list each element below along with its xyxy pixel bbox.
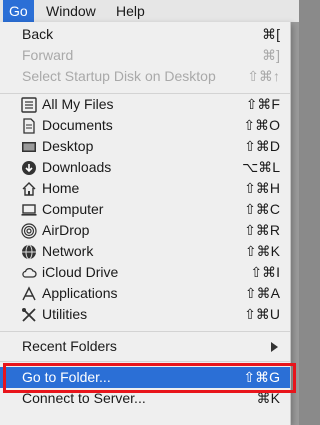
menu-item-shortcut: ⌘K [256,390,280,406]
background-window-edge [291,22,299,425]
menu-item-label: Downloads [42,159,112,175]
menu-item-shortcut: ⌘] [262,47,280,63]
utilities-icon [22,308,36,322]
menu-item-label: Go to Folder... [22,369,111,385]
menu-item-shortcut: ⌘[ [262,26,280,42]
menu-item-label: Home [42,180,80,196]
menu-item-shortcut: ⇧⌘F [245,96,280,112]
menu-item-shortcut: ⇧⌘R [244,222,280,238]
menu-help[interactable]: Help [110,0,151,22]
menu-item-label: Desktop [42,138,94,154]
menu-separator [0,331,290,332]
menu-bar: Go Window Help [0,0,299,23]
menu-item-shortcut: ⇧⌘I [250,264,280,280]
home-icon [22,182,36,196]
menu-item-label: Back [22,26,54,42]
menu-item-shortcut: ⇧⌘K [244,243,280,259]
menu-item-utilities[interactable]: Utilities ⇧⌘U [0,304,290,325]
menu-item-shortcut: ⇧⌘D [244,138,280,154]
menu-item-shortcut: ⇧⌘U [244,306,280,322]
menu-item-label: Network [42,243,94,259]
menu-item-shortcut: ⇧⌘O [243,117,280,133]
menu-item-shortcut: ⇧⌘G [243,369,280,385]
menu-item-shortcut: ⇧⌘H [244,180,280,196]
menu-item-label: Connect to Server... [22,390,146,406]
menu-item-label: Applications [42,285,118,301]
menu-item-documents[interactable]: Documents ⇧⌘O [0,115,290,136]
documents-icon [23,118,35,134]
menu-item-home[interactable]: Home ⇧⌘H [0,178,290,199]
menu-item-label: Select Startup Disk on Desktop [22,68,216,84]
icloud-drive-icon [22,267,37,278]
menu-item-connect-to-server[interactable]: Connect to Server... ⌘K [0,388,290,409]
menu-item-forward: Forward ⌘] [0,45,290,66]
menu-item-label: iCloud Drive [42,264,119,280]
menu-item-label: Recent Folders [22,338,117,354]
menu-item-label: Forward [22,47,74,63]
all-my-files-icon [21,97,37,113]
computer-icon [21,204,37,216]
menu-go[interactable]: Go [3,0,34,22]
menu-item-label: AirDrop [42,222,90,238]
network-icon [22,244,36,260]
menu-separator [0,361,290,362]
menu-item-airdrop[interactable]: AirDrop ⇧⌘R [0,220,290,241]
menu-item-go-to-folder[interactable]: Go to Folder... ⇧⌘G [0,367,290,388]
menu-item-shortcut: ⌥⌘L [242,159,280,175]
airdrop-icon [21,223,37,239]
menu-item-desktop[interactable]: Desktop ⇧⌘D [0,136,290,157]
menu-item-back[interactable]: Back ⌘[ [0,24,290,45]
menu-item-network[interactable]: Network ⇧⌘K [0,241,290,262]
downloads-icon [22,161,36,175]
menu-item-icloud-drive[interactable]: iCloud Drive ⇧⌘I [0,262,290,283]
submenu-arrow-icon [271,342,278,352]
desktop-icon [22,142,36,152]
menu-item-all-my-files[interactable]: All My Files ⇧⌘F [0,94,290,115]
menu-item-label: Documents [42,117,113,133]
menu-item-applications[interactable]: Applications ⇧⌘A [0,283,290,304]
menu-item-computer[interactable]: Computer ⇧⌘C [0,199,290,220]
menu-item-shortcut: ⇧⌘A [244,285,280,301]
go-menu-dropdown: Back ⌘[ Forward ⌘] Select Startup Disk o… [0,22,291,425]
menu-window[interactable]: Window [40,0,102,22]
menu-item-shortcut: ⇧⌘↑ [247,68,280,84]
menu-item-recent-folders[interactable]: Recent Folders [0,336,290,357]
applications-icon [22,286,36,301]
menu-item-label: Utilities [42,306,88,322]
menu-item-shortcut: ⇧⌘C [244,201,280,217]
menu-item-label: All My Files [42,96,114,112]
menu-item-label: Computer [42,201,104,217]
menu-item-select-startup-disk: Select Startup Disk on Desktop ⇧⌘↑ [0,66,290,87]
menu-item-downloads[interactable]: Downloads ⌥⌘L [0,157,290,178]
